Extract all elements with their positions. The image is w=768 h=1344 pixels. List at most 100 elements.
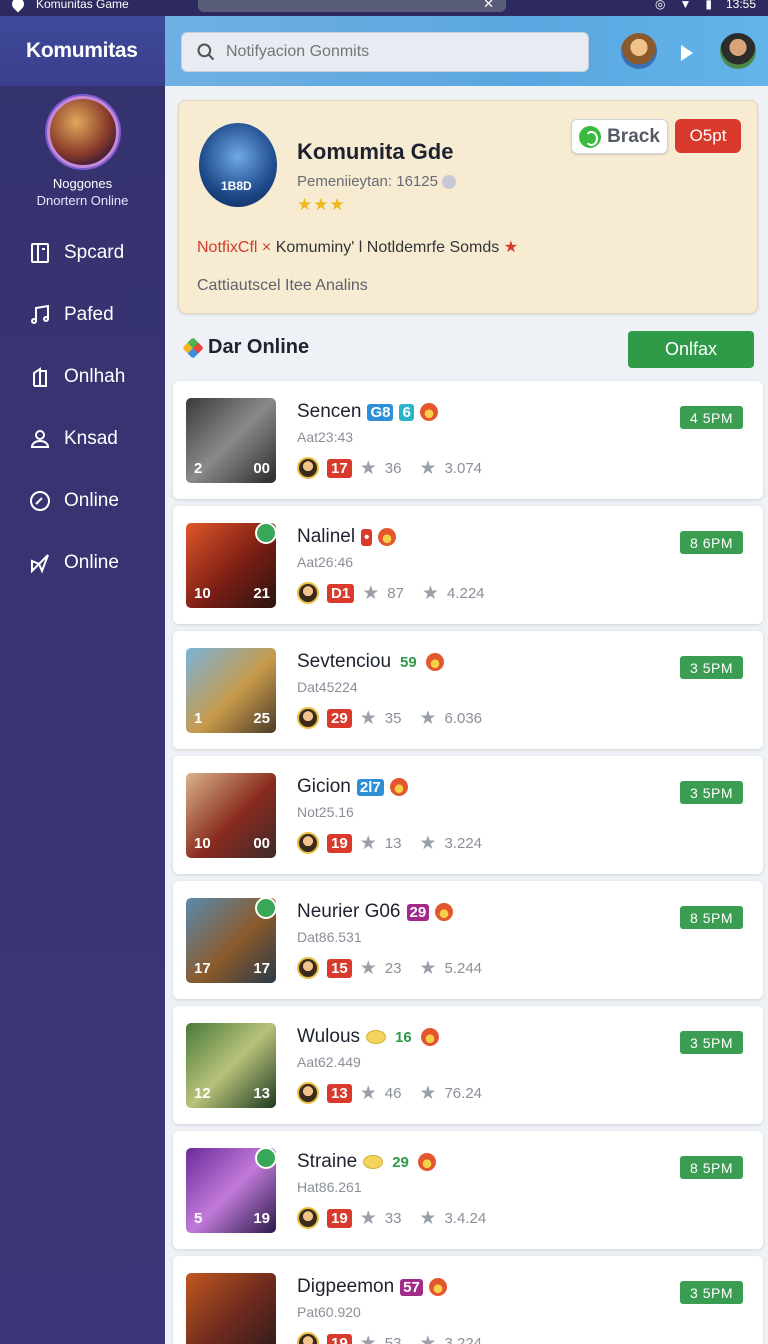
- time-badge[interactable]: 3 5PM: [680, 1031, 743, 1054]
- player-thumbnail[interactable]: 5 19: [186, 1148, 276, 1233]
- back-button[interactable]: Brack: [571, 119, 668, 154]
- player-badge: 57: [400, 1278, 423, 1296]
- star-icon: ★: [359, 707, 377, 729]
- community-avatar: 1B8D: [199, 123, 277, 207]
- sidebar-item-pafed[interactable]: Pafed: [0, 284, 165, 346]
- player-badge: 29: [406, 903, 430, 921]
- avatar: [297, 1332, 319, 1344]
- player-badge: G8: [367, 403, 394, 421]
- player-thumbnail[interactable]: [186, 1273, 276, 1344]
- player-name[interactable]: Wulous: [297, 1026, 360, 1048]
- avatar: [297, 832, 319, 854]
- star-icon: ★: [359, 1207, 377, 1229]
- sidebar-nav: Spcard Pafed Onlhah Knsad Online Online: [0, 222, 165, 594]
- list-item[interactable]: 12 13 Wulous 16 Aat62.449 13 ★ 46 ★ 76.2…: [173, 1006, 763, 1124]
- player-id: Hat86.261: [297, 1179, 362, 1195]
- star-icon: ★: [421, 582, 439, 604]
- sidebar-item-onlhah[interactable]: Onlhah: [0, 346, 165, 408]
- sidebar-item-online-2[interactable]: Online: [0, 532, 165, 594]
- coin-icon: [366, 1030, 387, 1044]
- list-item[interactable]: 1 25 Sevtenciou 59 Dat45224 29 ★ 35 ★ 6.…: [173, 631, 763, 749]
- search-input[interactable]: [226, 43, 566, 61]
- stat-value: 33: [384, 1209, 402, 1227]
- list-item[interactable]: 10 21 Nalinel • Aat26:46 D1 ★ 87 ★ 4.224…: [173, 506, 763, 624]
- player-thumbnail[interactable]: 1 25: [186, 648, 276, 733]
- star-icon: ★: [359, 457, 377, 479]
- door-icon: [33, 367, 47, 387]
- play-icon[interactable]: [681, 45, 693, 61]
- user-avatar[interactable]: [720, 33, 756, 69]
- level-badge: D1: [327, 583, 355, 603]
- time-badge[interactable]: 4 5PM: [680, 406, 743, 429]
- player-name-row: Gicion 2l7: [297, 776, 408, 798]
- player-name[interactable]: Digpeemon: [297, 1276, 394, 1298]
- level-badge: 19: [327, 1208, 352, 1228]
- location-icon: [9, 0, 27, 13]
- star-icon: ★: [419, 457, 437, 479]
- status-time: 13:55: [725, 0, 756, 11]
- stat-value: 13: [384, 834, 402, 852]
- info-icon[interactable]: [442, 175, 457, 190]
- profile-status: Dnortern Online: [36, 193, 129, 208]
- stat-value: 53: [384, 1334, 402, 1344]
- player-name[interactable]: Sevtenciou: [297, 651, 391, 673]
- online-indicator: [255, 898, 276, 919]
- sidebar-item-label: Pafed: [64, 304, 114, 325]
- list-item[interactable]: 5 19 Straine 29 Hat86.261 19 ★ 33 ★ 3.4.…: [173, 1131, 763, 1249]
- player-id: Aat23:43: [297, 429, 354, 445]
- notification-pill[interactable]: ✕: [198, 0, 506, 12]
- time-badge[interactable]: 8 5PM: [680, 906, 743, 929]
- player-name[interactable]: Gicion: [297, 776, 351, 798]
- star-icon: ★: [419, 1332, 437, 1344]
- player-thumbnail[interactable]: 10 00: [186, 773, 276, 858]
- player-name-row: Digpeemon 57: [297, 1276, 447, 1298]
- community-subtitle: Pemeniieytan: 16125: [297, 173, 457, 190]
- player-stats: 17 ★ 36 ★ 3.074: [297, 457, 482, 479]
- time-badge[interactable]: 3 5PM: [680, 781, 743, 804]
- player-thumbnail[interactable]: 17 17: [186, 898, 276, 983]
- close-icon[interactable]: ✕: [483, 0, 494, 12]
- level-badge: 15: [327, 958, 352, 978]
- list-item[interactable]: 2 00 Sencen G8 6 Aat23:43 17 ★ 36 ★ 3.074…: [173, 381, 763, 499]
- back-button-label: Brack: [607, 125, 660, 147]
- thumb-right-value: 19: [253, 1210, 270, 1227]
- player-thumbnail[interactable]: 10 21: [186, 523, 276, 608]
- community-footer: Cattiautscel Itee Analins: [197, 277, 368, 294]
- star-icon: ★: [419, 1207, 437, 1229]
- stat-value: 23: [384, 959, 402, 977]
- player-thumbnail[interactable]: 2 00: [186, 398, 276, 483]
- player-name[interactable]: Nalinel: [297, 526, 355, 548]
- profile-block[interactable]: Noggones Dnortern Online: [0, 86, 165, 208]
- status-bar: Komunitas Game ✕ ◎ ▼ ▮ 13:55: [0, 0, 768, 16]
- player-name[interactable]: Straine: [297, 1151, 357, 1173]
- search-box[interactable]: [181, 32, 589, 72]
- list-item[interactable]: 17 17 Neurier G06 29 Dat86.531 15 ★ 23 ★…: [173, 881, 763, 999]
- player-name-row: Straine 29: [297, 1151, 436, 1173]
- featured-community-card[interactable]: 1B8D Komumita Gde Pemeniieytan: 16125 ★★…: [178, 100, 758, 314]
- time-badge[interactable]: 3 5PM: [680, 656, 743, 679]
- friend-avatar[interactable]: [621, 33, 657, 69]
- sidebar-item-spcard[interactable]: Spcard: [0, 222, 165, 284]
- time-badge[interactable]: 8 5PM: [680, 1156, 743, 1179]
- sidebar-item-online[interactable]: Online: [0, 470, 165, 532]
- player-name[interactable]: Sencen: [297, 401, 361, 423]
- thumb-left-value: 5: [194, 1210, 203, 1227]
- player-thumbnail[interactable]: 12 13: [186, 1023, 276, 1108]
- player-id: Not25.16: [297, 804, 354, 820]
- player-stats: 29 ★ 35 ★ 6.036: [297, 707, 482, 729]
- player-name[interactable]: Neurier G06: [297, 901, 401, 923]
- player-badge: 59: [400, 653, 417, 671]
- time-badge[interactable]: 3 5PM: [680, 1281, 743, 1304]
- sidebar-item-label: Online: [64, 552, 119, 573]
- online-button[interactable]: Onlfax: [628, 331, 754, 368]
- thumb-left-value: 17: [194, 960, 211, 977]
- list-item[interactable]: Digpeemon 57 Pat60.920 19 ★ 53 ★ 3.224 3…: [173, 1256, 763, 1344]
- sidebar-item-knsad[interactable]: Knsad: [0, 408, 165, 470]
- stat-value: 5.244: [444, 959, 483, 977]
- avatar[interactable]: [46, 96, 119, 168]
- time-badge[interactable]: 8 6PM: [680, 531, 743, 554]
- option-button[interactable]: O5pt: [675, 119, 741, 153]
- list-item[interactable]: 10 00 Gicion 2l7 Not25.16 19 ★ 13 ★ 3.22…: [173, 756, 763, 874]
- community-notice: NotfixCfl × Komuminy' l Notldemrfe Somds…: [197, 237, 518, 257]
- brand-logo[interactable]: Komumitas: [0, 16, 165, 86]
